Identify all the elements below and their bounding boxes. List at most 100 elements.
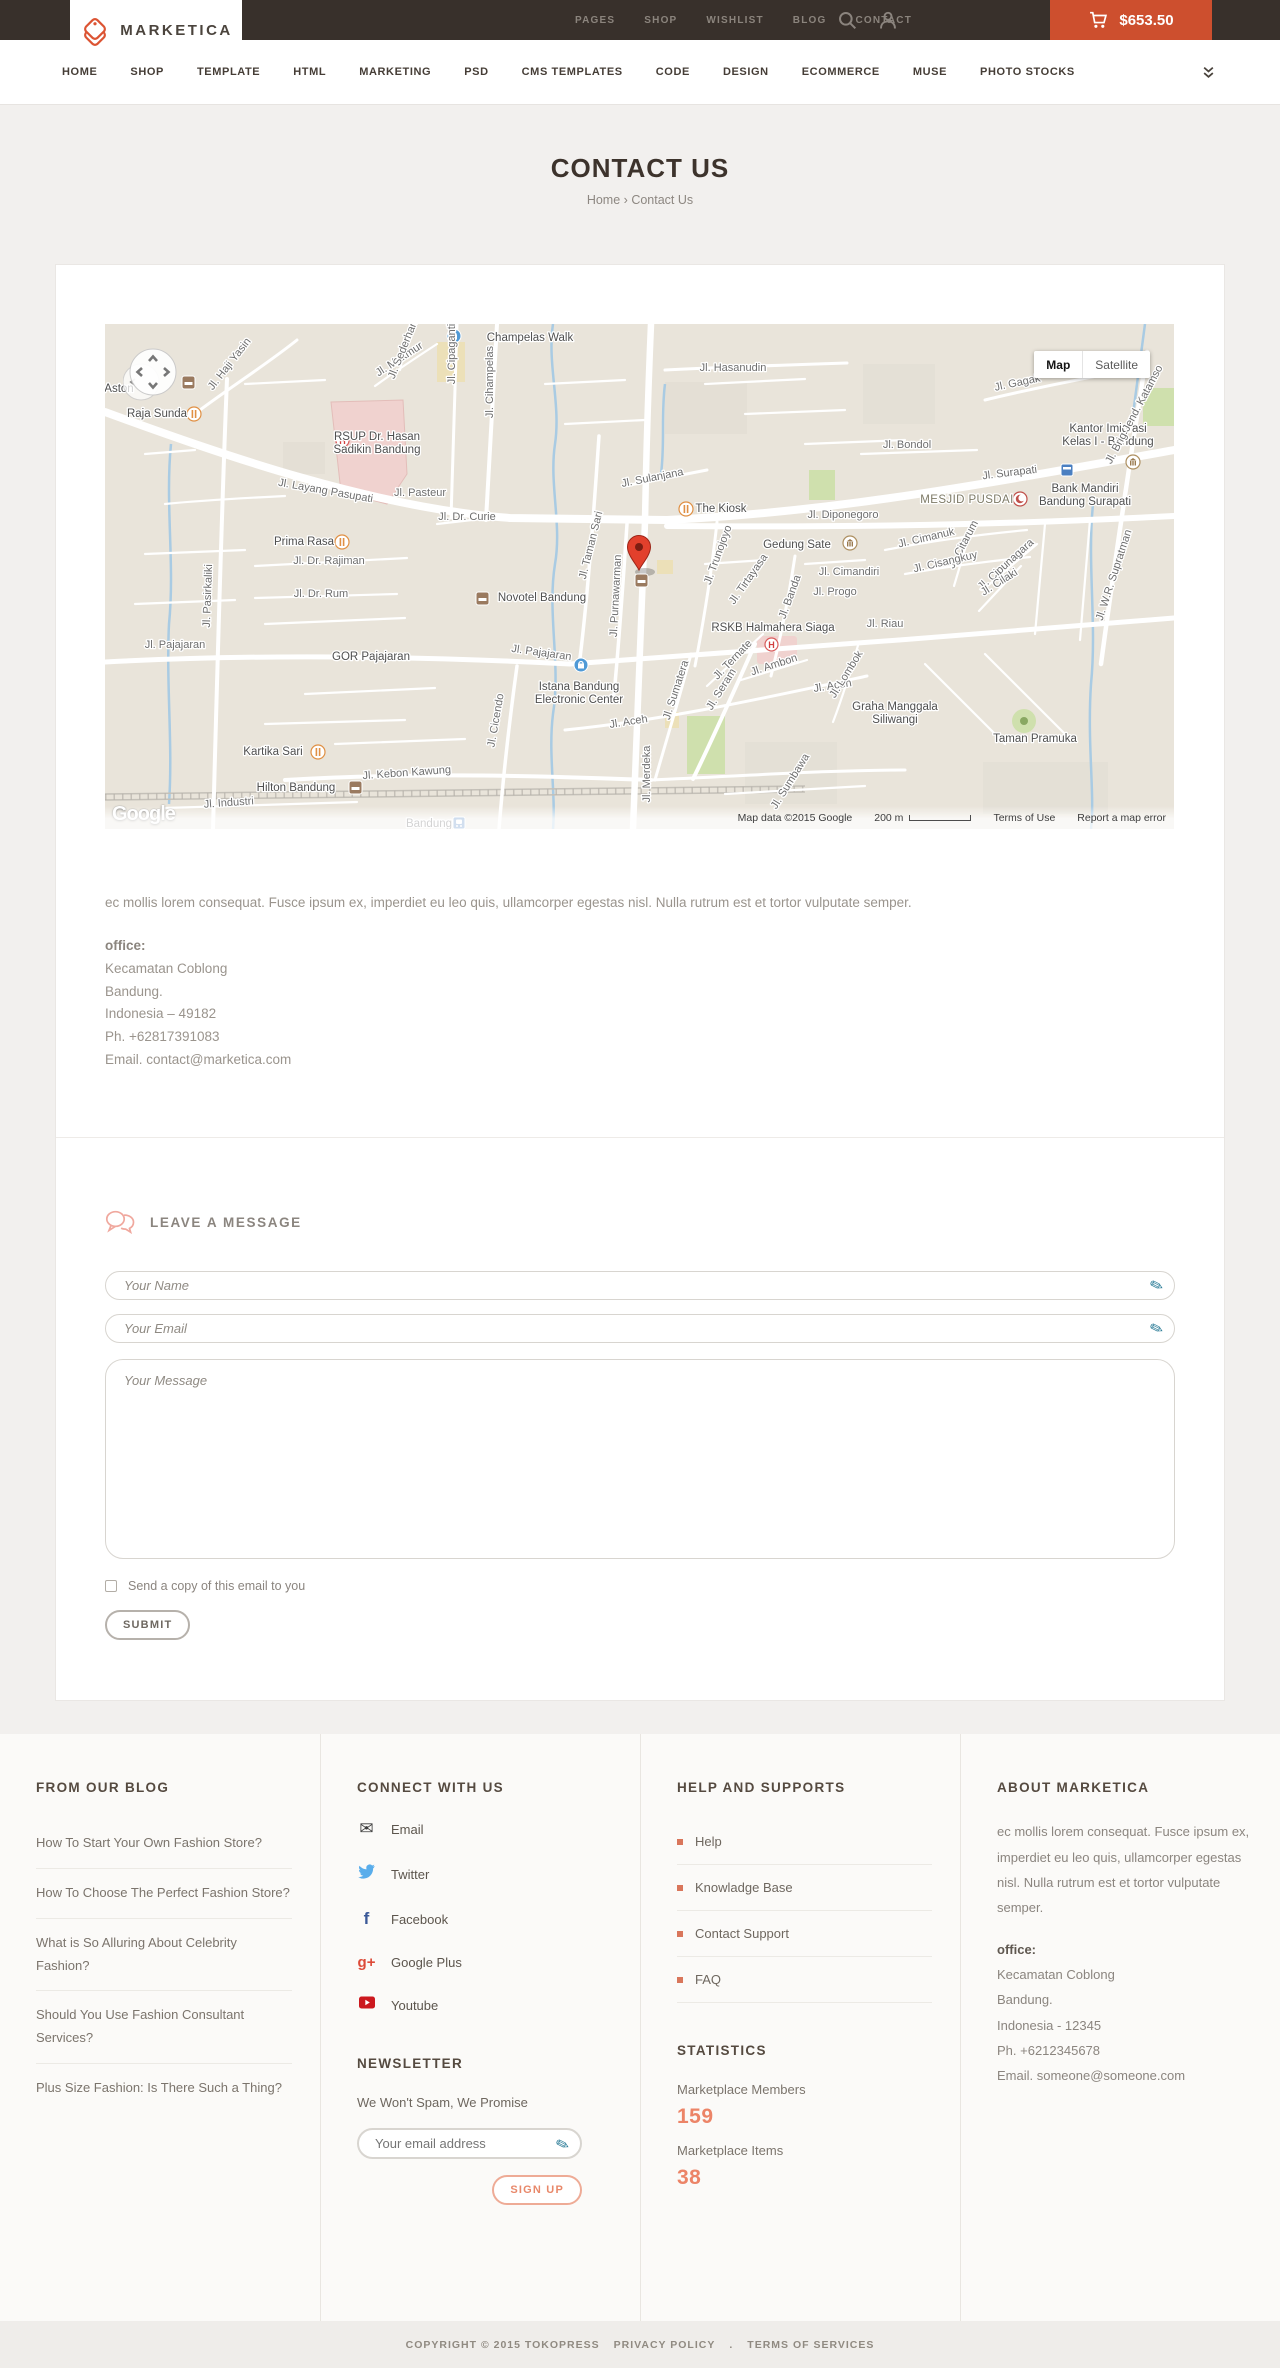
nav-design[interactable]: DESIGN (723, 66, 769, 78)
nav-photo-stocks[interactable]: PHOTO STOCKS (980, 66, 1075, 78)
copyright-bar: COPYRIGHT © 2015 TOKOPRESS PRIVACY POLIC… (0, 2321, 1280, 2368)
nav-html[interactable]: HTML (293, 66, 326, 78)
submit-button[interactable]: SUBMIT (105, 1610, 191, 1641)
name-input[interactable] (106, 1272, 1174, 1300)
google-map[interactable]: H H Champelas Walk Jl. Hasanudin Jl. Haj… (105, 324, 1174, 829)
newsletter-email-input[interactable] (359, 2130, 580, 2158)
nav-ecommerce[interactable]: ECOMMERCE (802, 66, 880, 78)
double-chevron-down-icon[interactable] (1203, 66, 1214, 79)
map-label: Kartika Sari (243, 746, 302, 758)
map-label: Novotel Bandung (498, 592, 586, 604)
map-label: RSKB Halmahera Siaga (711, 622, 835, 634)
hotel-icon (634, 573, 649, 588)
map-marker-pin[interactable] (626, 535, 656, 588)
nav-cms-templates[interactable]: CMS TEMPLATES (522, 66, 623, 78)
form-heading: LEAVE A MESSAGE (150, 1215, 302, 1231)
nav-home[interactable]: HOME (62, 66, 97, 78)
signup-button[interactable]: SIGN UP (492, 2175, 582, 2206)
top-nav-shop[interactable]: SHOP (644, 15, 677, 26)
terms-of-use-link[interactable]: Terms of Use (993, 812, 1055, 824)
privacy-policy-link[interactable]: PRIVACY POLICY (614, 2339, 716, 2351)
stat-label: Marketplace Items (677, 2143, 784, 2159)
user-icon[interactable] (879, 11, 897, 29)
hotel-icon (475, 591, 490, 606)
address-line: Email. contact@marketica.com (105, 1051, 292, 1067)
government-icon (842, 535, 858, 551)
map-type-map-button[interactable]: Map (1034, 351, 1084, 378)
social-link-youtube[interactable]: Youtube (357, 1996, 612, 2014)
top-nav-wishlist[interactable]: WISHLIST (706, 15, 763, 26)
blog-post-link[interactable]: How To Start Your Own Fashion Store? (36, 1819, 292, 1870)
nav-marketing[interactable]: MARKETING (359, 66, 431, 78)
map-label: Jl. Dr. Rum (294, 588, 348, 600)
nav-shop[interactable]: SHOP (130, 66, 164, 78)
cart-button[interactable]: $653.50 (1050, 0, 1212, 40)
map-label: Jl. Cimandiri (819, 566, 880, 578)
map-label: Jl. Banda (777, 573, 804, 621)
map-label: Jl. Cipaganti (446, 324, 458, 384)
nav-psd[interactable]: PSD (464, 66, 488, 78)
square-bullet-icon (677, 1884, 683, 1891)
blog-post-link[interactable]: How To Choose The Perfect Fashion Store? (36, 1869, 292, 1919)
map-data-credit: Map data ©2015 Google (737, 811, 853, 824)
map-label: Jl. Cimanuk (897, 526, 956, 551)
hotel-icon (348, 780, 363, 795)
map-label: Jl. W.R. Supratman (1094, 528, 1135, 622)
breadcrumb: Home › Contact Us (0, 193, 1280, 207)
map-label: Jl. Cisangkuy (912, 549, 979, 576)
email-input[interactable] (106, 1315, 1174, 1343)
nav-muse[interactable]: MUSE (913, 66, 947, 78)
nav-template[interactable]: TEMPLATE (197, 66, 260, 78)
send-copy-label: Send a copy of this email to you (128, 1579, 306, 1594)
social-link-facebook[interactable]: f Facebook (357, 1909, 612, 1929)
page-header: CONTACT US Home › Contact Us (0, 105, 1280, 264)
report-map-error-link[interactable]: Report a map error (1077, 812, 1166, 824)
map-label: Jl. Kebon Kawung (362, 764, 451, 782)
map-type-satellite-button[interactable]: Satellite (1083, 351, 1150, 378)
blog-post-link[interactable]: What is So Alluring About Celebrity Fash… (36, 1919, 292, 1992)
about-heading: ABOUT MARKETICA (997, 1780, 1150, 1796)
bank-icon (1060, 463, 1074, 477)
map-label: Jl. Hasanudin (700, 362, 767, 374)
blog-heading: FROM OUR BLOG (36, 1780, 170, 1796)
map-label: Jl. Dr. Curie (438, 511, 495, 523)
blog-post-link[interactable]: Plus Size Fashion: Is There Such a Thing… (36, 2064, 292, 2113)
breadcrumb-home[interactable]: Home (587, 193, 620, 207)
svg-text:H: H (768, 640, 775, 650)
social-link-googleplus[interactable]: g+ Google Plus (357, 1954, 612, 1971)
message-textarea[interactable] (106, 1360, 1174, 1559)
map-attribution: Map data ©2015 Google 200 m Terms of Use… (105, 806, 1174, 829)
blog-post-link[interactable]: Should You Use Fashion Consultant Servic… (36, 1991, 292, 2064)
map-label: Jl. Cicendo (485, 693, 506, 749)
office-heading: office: (997, 1941, 1036, 1957)
newsletter-heading: NEWSLETTER (357, 2056, 463, 2072)
leave-message-section: LEAVE A MESSAGE ✎ ✎ Send a copy of this … (56, 1137, 1224, 1700)
address-line: Ph. +6212345678 (997, 2043, 1101, 2059)
social-link-email[interactable]: ✉ Email (357, 1819, 612, 1839)
map-label: Gedung Sate (763, 539, 831, 551)
map-label: Jl. Progo (813, 586, 856, 598)
top-nav-pages[interactable]: PAGES (575, 15, 615, 26)
address-line: Bandung. (997, 1992, 1053, 2008)
address-line: Ph. +62817391083 (105, 1028, 220, 1044)
send-copy-checkbox[interactable] (105, 1580, 117, 1593)
nav-code[interactable]: CODE (656, 66, 690, 78)
cart-icon (1090, 11, 1108, 28)
map-label: Jl. Bondol (883, 439, 931, 451)
footer-about-column: ABOUT MARKETICA ec mollis lorem consequa… (960, 1734, 1280, 2322)
restaurant-icon (678, 501, 694, 517)
terms-of-services-link[interactable]: TERMS OF SERVICES (747, 2339, 874, 2351)
map-label: Kantor Imigrasi Kelas I - Bandung (1062, 423, 1153, 448)
square-bullet-icon (677, 1838, 683, 1845)
map-pan-control[interactable] (123, 342, 195, 414)
breadcrumb-separator: › (623, 193, 628, 207)
mosque-icon (1012, 491, 1028, 507)
googleplus-icon: g+ (357, 1954, 376, 1972)
search-icon[interactable] (838, 11, 857, 30)
map-label: Istana Bandung Electronic Center (535, 681, 623, 706)
logo[interactable]: MARKETICA (70, 0, 242, 61)
top-nav-blog[interactable]: BLOG (793, 15, 827, 26)
newsletter-block: NEWSLETTER We Won't Spam, We Promise ✎ S… (357, 2056, 582, 2206)
cart-total: $653.50 (1119, 11, 1174, 29)
social-link-twitter[interactable]: Twitter (357, 1864, 612, 1884)
